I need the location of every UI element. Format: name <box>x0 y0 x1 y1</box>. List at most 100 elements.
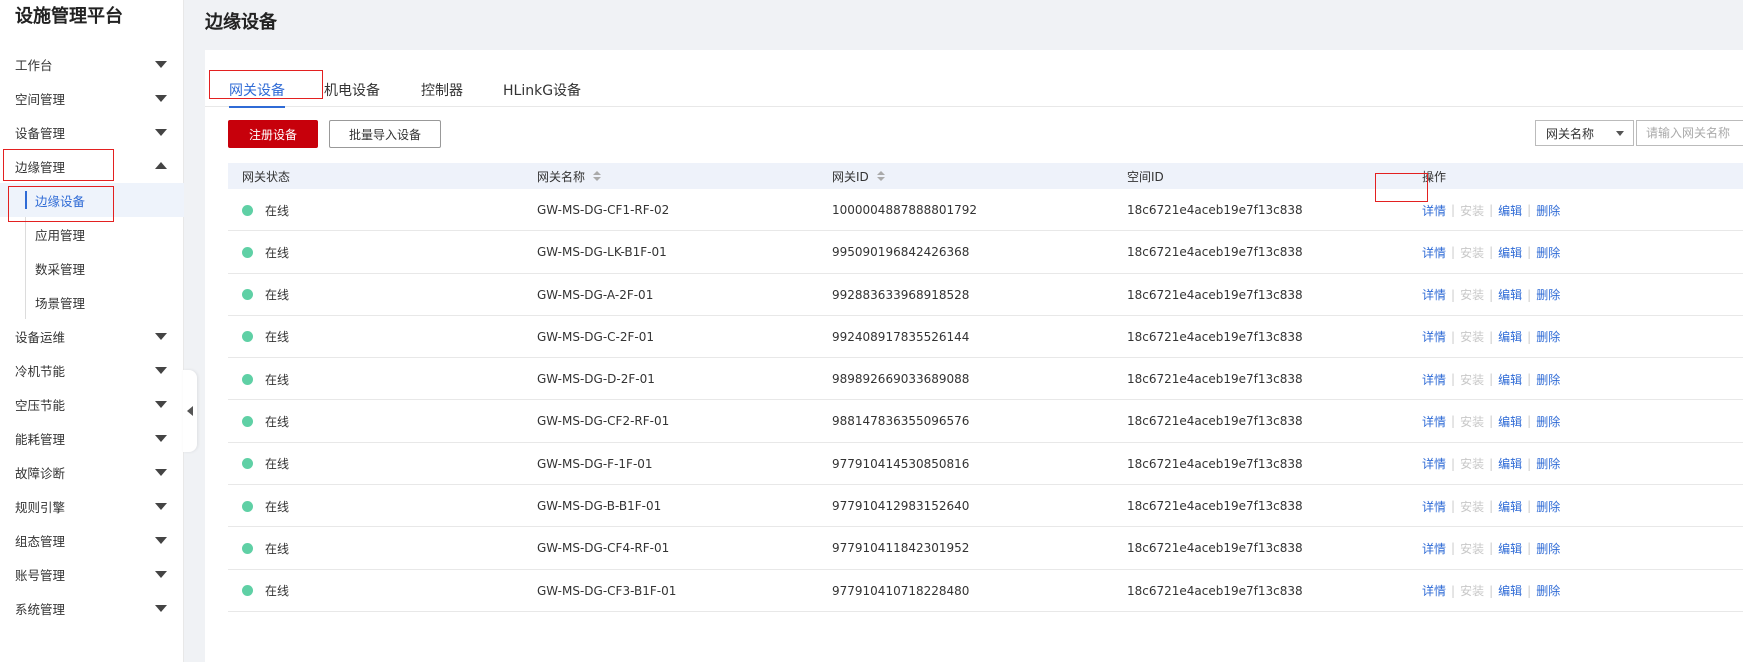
sidebar-item-chiller[interactable]: 冷机节能 <box>0 353 184 387</box>
sidebar-item-compressor[interactable]: 空压节能 <box>0 387 184 421</box>
delete-link[interactable]: 删除 <box>1536 582 1560 599</box>
tab-gateway-device[interactable]: 网关设备 <box>229 72 285 108</box>
online-status-dot <box>242 415 253 427</box>
sidebar-item-fault[interactable]: 故障诊断 <box>0 455 184 489</box>
table-row: 在线 GW-MS-DG-C-2F-01 992408917835526144 1… <box>228 316 1743 359</box>
sidebar-item-energy[interactable]: 能耗管理 <box>0 421 184 455</box>
column-label: 网关ID <box>832 169 869 184</box>
delete-link[interactable]: 删除 <box>1536 413 1560 430</box>
sidebar-item-space[interactable]: 空间管理 <box>0 81 184 115</box>
search-input[interactable] <box>1636 120 1743 146</box>
edit-link[interactable]: 编辑 <box>1498 328 1522 345</box>
delete-link[interactable]: 删除 <box>1536 202 1560 219</box>
column-space-id: 空间ID <box>1127 163 1164 189</box>
edit-link[interactable]: 编辑 <box>1498 413 1522 430</box>
edit-link[interactable]: 编辑 <box>1498 371 1522 388</box>
detail-link[interactable]: 详情 <box>1422 540 1446 557</box>
delete-link[interactable]: 删除 <box>1536 328 1560 345</box>
main-content: 边缘设备 网关设备 机电设备 控制器 HLinkG设备 注册设备 批量导入设备 … <box>184 0 1743 662</box>
actions-cell: 详情 | 安装 | 编辑 | 删除 <box>1422 582 1561 599</box>
device-tabs: 网关设备 机电设备 控制器 HLinkG设备 <box>205 72 1743 108</box>
detail-link[interactable]: 详情 <box>1422 582 1446 599</box>
edit-link[interactable]: 编辑 <box>1498 498 1522 515</box>
delete-link[interactable]: 删除 <box>1536 540 1560 557</box>
sidebar-subitem-data-collection[interactable]: 数采管理 <box>0 251 184 285</box>
filter-field-select[interactable]: 网关名称 <box>1535 120 1634 146</box>
detail-link[interactable]: 详情 <box>1422 244 1446 261</box>
sidebar-item-account[interactable]: 账号管理 <box>0 557 184 591</box>
sidebar-subitem-edge-device[interactable]: 边缘设备 <box>0 183 184 217</box>
edit-link[interactable]: 编辑 <box>1498 540 1522 557</box>
status-cell: 在线 <box>242 400 289 442</box>
column-name[interactable]: 网关名称 <box>537 163 602 189</box>
edit-link[interactable]: 编辑 <box>1498 202 1522 219</box>
chevron-down-icon <box>155 435 167 442</box>
online-status-dot <box>242 373 253 385</box>
gateway-name-cell: GW-MS-DG-CF1-RF-02 <box>537 203 670 217</box>
detail-link[interactable]: 详情 <box>1422 286 1446 303</box>
gateway-name-cell: GW-MS-DG-CF2-RF-01 <box>537 414 670 429</box>
tab-hlinkg-device[interactable]: HLinkG设备 <box>503 72 581 107</box>
delete-link[interactable]: 删除 <box>1536 498 1560 515</box>
chevron-down-icon <box>1616 131 1624 136</box>
table-row: 在线 GW-MS-DG-CF2-RF-01 988147836355096576… <box>228 400 1743 443</box>
sidebar-item-device[interactable]: 设备管理 <box>0 115 184 149</box>
table-row: 在线 GW-MS-DG-D-2F-01 989892669033689088 1… <box>228 358 1743 401</box>
delete-link[interactable]: 删除 <box>1536 371 1560 388</box>
status-cell: 在线 <box>242 316 289 358</box>
sidebar-item-label: 冷机节能 <box>15 363 66 379</box>
gateway-name-cell: GW-MS-DG-CF3-B1F-01 <box>537 583 677 598</box>
batch-import-button[interactable]: 批量导入设备 <box>329 120 441 148</box>
sidebar-item-rules[interactable]: 规则引擎 <box>0 489 184 523</box>
status-text: 在线 <box>265 457 290 472</box>
column-actions: 操作 <box>1422 163 1446 189</box>
sidebar-item-edge[interactable]: 边缘管理 <box>0 149 184 183</box>
detail-link[interactable]: 详情 <box>1422 413 1446 430</box>
gateway-name-cell: GW-MS-DG-CF4-RF-01 <box>537 541 670 556</box>
column-status: 网关状态 <box>242 163 290 189</box>
delete-link[interactable]: 删除 <box>1536 244 1560 261</box>
install-link: 安装 <box>1460 203 1485 218</box>
chevron-up-icon <box>155 162 167 169</box>
status-text: 在线 <box>265 245 290 260</box>
sidebar-item-system[interactable]: 系统管理 <box>0 591 184 625</box>
table-row: 在线 GW-MS-DG-B-B1F-01 977910412983152640 … <box>228 485 1743 528</box>
detail-link[interactable]: 详情 <box>1422 498 1446 515</box>
status-text: 在线 <box>265 288 290 303</box>
table-row: 在线 GW-MS-DG-CF1-RF-02 100000488788880179… <box>228 189 1743 232</box>
actions-cell: 详情 | 安装 | 编辑 | 删除 <box>1422 244 1561 261</box>
tab-controller[interactable]: 控制器 <box>421 72 463 107</box>
sidebar-item-ops[interactable]: 设备运维 <box>0 319 184 353</box>
sidebar-subitem-app[interactable]: 应用管理 <box>0 217 184 251</box>
table-row: 在线 GW-MS-DG-CF4-RF-01 977910411842301952… <box>228 527 1743 570</box>
edit-link[interactable]: 编辑 <box>1498 244 1522 261</box>
sort-icon[interactable] <box>593 171 602 181</box>
chevron-down-icon <box>155 537 167 544</box>
edit-link[interactable]: 编辑 <box>1498 286 1522 303</box>
register-device-button[interactable]: 注册设备 <box>228 120 318 148</box>
edit-link[interactable]: 编辑 <box>1498 455 1522 472</box>
status-text: 在线 <box>265 414 290 429</box>
status-text: 在线 <box>265 499 290 514</box>
edit-link[interactable]: 编辑 <box>1498 582 1522 599</box>
table-header: 网关状态 网关名称 网关ID 空间ID 操作 <box>228 163 1743 189</box>
tab-electromechanical-device[interactable]: 机电设备 <box>324 72 380 107</box>
sidebar-item-scada[interactable]: 组态管理 <box>0 523 184 557</box>
status-cell: 在线 <box>242 274 289 316</box>
space-id-cell: 18c6721e4aceb19e7f13c838 <box>1127 203 1303 217</box>
detail-link[interactable]: 详情 <box>1422 328 1446 345</box>
table-row: 在线 GW-MS-DG-LK-B1F-01 995090196842426368… <box>228 231 1743 274</box>
detail-link[interactable]: 详情 <box>1422 371 1446 388</box>
sidebar-subitem-scene[interactable]: 场景管理 <box>0 285 184 319</box>
detail-link[interactable]: 详情 <box>1422 455 1446 472</box>
space-id-cell: 18c6721e4aceb19e7f13c838 <box>1127 287 1303 302</box>
chevron-down-icon <box>155 95 167 102</box>
delete-link[interactable]: 删除 <box>1536 455 1560 472</box>
sidebar-collapse-handle[interactable] <box>183 370 197 452</box>
detail-link[interactable]: 详情 <box>1422 202 1446 219</box>
column-id[interactable]: 网关ID <box>832 163 885 189</box>
chevron-down-icon <box>155 401 167 408</box>
delete-link[interactable]: 删除 <box>1536 286 1560 303</box>
sort-icon[interactable] <box>876 171 885 181</box>
sidebar-item-workbench[interactable]: 工作台 <box>0 47 184 81</box>
